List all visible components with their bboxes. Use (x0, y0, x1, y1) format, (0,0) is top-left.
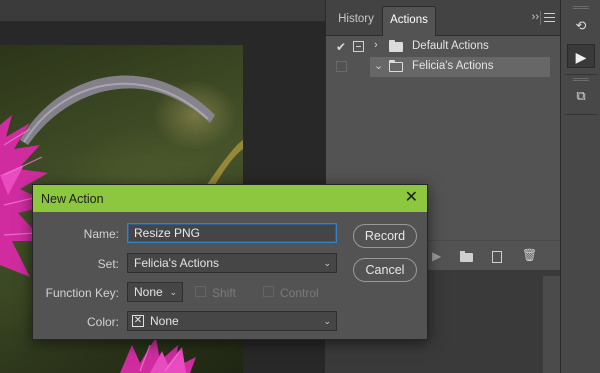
cancel-button[interactable]: Cancel (353, 258, 417, 282)
action-set-name-cell-selected[interactable]: ⌄ Felicia's Actions (370, 57, 550, 77)
shift-checkbox[interactable] (195, 286, 206, 297)
checkmark-icon[interactable]: ✔ (334, 39, 348, 55)
action-set-label: Default Actions (412, 40, 489, 52)
set-label: Set: (97, 257, 119, 271)
3d-panel-icon[interactable]: ⧉ (567, 84, 595, 108)
folder-icon (389, 40, 403, 52)
action-set-label: Felicia's Actions (412, 60, 494, 72)
dialog-title: New Action (41, 192, 104, 206)
dock-divider (565, 114, 597, 115)
chevron-down-icon: ⌄ (323, 258, 331, 268)
record-button[interactable]: Record (353, 224, 417, 248)
function-key-value: None (134, 285, 163, 299)
play-selection-icon[interactable]: ▶ (432, 249, 441, 263)
document-tab-strip (0, 0, 325, 22)
chevron-down-icon: ⌄ (323, 316, 331, 326)
history-panel-icon[interactable]: ⟲ (567, 14, 595, 38)
create-new-set-icon[interactable] (460, 251, 473, 262)
dock-grip-icon[interactable] (573, 78, 589, 81)
scrollbar[interactable] (543, 276, 560, 373)
set-select-value: Felicia's Actions (134, 256, 219, 270)
shift-label: Shift (212, 286, 237, 300)
chevron-down-icon: ⌄ (169, 287, 177, 297)
new-action-dialog: New Action ✕ Name: Set: Felicia's Action… (32, 184, 428, 340)
chevron-down-icon[interactable]: ⌄ (374, 59, 383, 72)
action-set-row[interactable]: ⌄ Felicia's Actions (326, 57, 561, 77)
control-label: Control (280, 286, 319, 300)
dock-grip-icon[interactable] (573, 6, 589, 9)
function-key-select[interactable]: None ⌄ (127, 282, 183, 302)
action-name-input[interactable] (127, 223, 337, 243)
tab-history[interactable]: History (330, 6, 382, 36)
tab-actions[interactable]: Actions (382, 6, 436, 36)
trash-icon[interactable]: 🗑 (522, 248, 537, 262)
open-folder-icon (389, 60, 403, 72)
control-checkbox[interactable] (263, 286, 274, 297)
color-label: Color: (86, 315, 119, 329)
panel-menu-divider (540, 11, 541, 25)
close-icon[interactable]: ✕ (405, 188, 418, 208)
color-select[interactable]: ✕ None ⌄ (127, 311, 337, 331)
empty-check-box[interactable] (336, 61, 347, 72)
action-set-name-cell[interactable]: › Default Actions (370, 37, 550, 57)
actions-panel-icon[interactable]: ▶ (567, 44, 595, 68)
panel-menu-icon[interactable] (544, 13, 555, 22)
no-color-swatch-icon: ✕ (132, 315, 144, 327)
panel-dock-strip: ⟲ ▶ ⧉ (560, 0, 600, 373)
create-new-action-icon[interactable] (492, 251, 502, 263)
dialog-titlebar[interactable]: New Action ✕ (33, 185, 427, 212)
dock-divider (565, 74, 597, 75)
action-set-row[interactable]: ✔ › Default Actions (326, 37, 561, 57)
name-label: Name: (83, 227, 119, 241)
set-select[interactable]: Felicia's Actions ⌄ (127, 253, 337, 273)
color-select-value: None (150, 314, 179, 328)
function-key-label: Function Key: (45, 286, 119, 300)
panel-tab-bar: History Actions ›› (326, 0, 561, 36)
dialog-toggle-icon[interactable] (353, 41, 364, 52)
collapse-panel-icon[interactable]: ›› (532, 11, 539, 23)
chevron-right-icon[interactable]: › (374, 39, 378, 51)
